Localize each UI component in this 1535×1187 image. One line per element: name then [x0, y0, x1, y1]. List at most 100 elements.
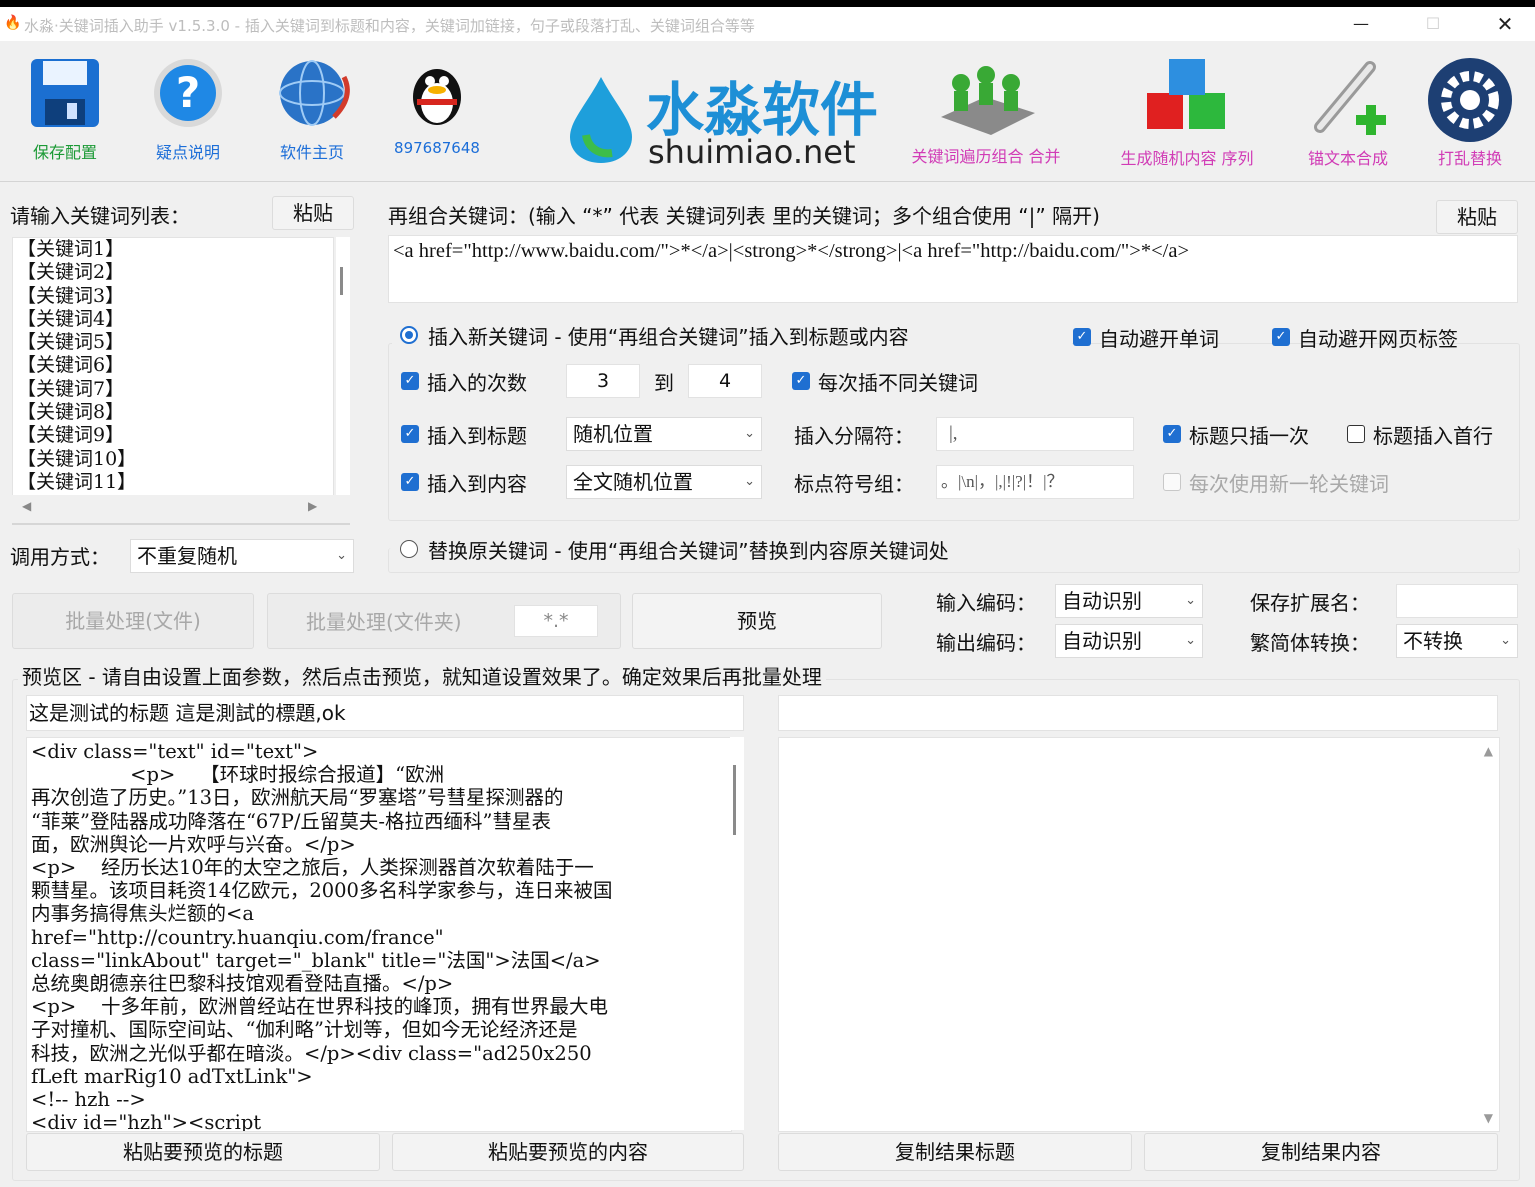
color-cubes-icon: [1147, 59, 1225, 129]
punctuation-label: 标点符号组：: [794, 472, 914, 496]
insert-mode-radio[interactable]: [400, 326, 418, 344]
chevron-down-icon: ⌄: [1185, 593, 1196, 608]
shuffle-replace-button[interactable]: 打乱替换: [1424, 57, 1516, 169]
separator-label: 插入分隔符：: [794, 424, 914, 448]
preview-area-label: 预览区 - 请自由设置上面参数，然后点击预览，就知道设置效果了。确定效果后再批量…: [18, 661, 826, 690]
input-encoding-label: 输入编码：: [936, 591, 1036, 615]
recombine-label: 再组合关键词：(输入 “*” 代表 关键词列表 里的关键词；多个组合使用 “|”…: [388, 204, 1100, 228]
preview-title-input[interactable]: 这是测试的标题 這是測試的標題,ok: [26, 695, 744, 731]
save-config-label: 保存配置: [32, 143, 97, 162]
scrollbar-thumb[interactable]: [733, 765, 736, 835]
title-once-checkbox[interactable]: ✓: [1163, 425, 1181, 443]
input-encoding-value: 自动识别: [1062, 589, 1142, 613]
keyword-combine-button[interactable]: 关键词遍历组合 合并: [896, 57, 1076, 167]
scroll-right-icon[interactable]: ▶: [308, 499, 317, 513]
keyword-list-hscrollbar[interactable]: ◀ ▶: [12, 495, 350, 525]
keyword-list-item: 【关键词8】: [17, 401, 125, 424]
insert-mode-option[interactable]: 插入新关键词 - 使用“再组合关键词”插入到标题或内容: [392, 315, 1072, 355]
keyword-list-item: 【关键词7】: [17, 377, 125, 400]
app-window: 🔥 水淼·关键词插入助手 v1.5.3.0 - 插入关键词到标题和内容，关键词加…: [0, 7, 1535, 1187]
conversion-label: 繁简体转换：: [1250, 631, 1370, 655]
maximize-button[interactable]: ☐: [1410, 7, 1456, 41]
minimize-button[interactable]: —: [1338, 7, 1384, 41]
content-position-value: 全文随机位置: [573, 470, 693, 494]
keyword-list-textarea[interactable]: 【关键词1】 【关键词2】 【关键词3】 【关键词4】 【关键词5】 【关键词6】 【关键词…: [12, 237, 334, 497]
output-encoding-label: 输出编码：: [936, 631, 1036, 655]
recombine-paste-button[interactable]: 粘贴: [1436, 200, 1518, 234]
random-content-button[interactable]: 生成随机内容 序列: [1104, 57, 1270, 169]
batch-folder-label: 批量处理(文件夹): [306, 610, 462, 634]
scroll-down-icon[interactable]: ▼: [1484, 1111, 1493, 1125]
preview-content-textarea[interactable]: <div class="text" id="text"> <p> 【环球时报综合…: [26, 737, 732, 1132]
output-encoding-select[interactable]: 自动识别 ⌄: [1055, 624, 1203, 658]
insert-times-from-input[interactable]: 3: [566, 364, 640, 398]
random-content-label: 生成随机内容 序列: [1120, 149, 1254, 168]
qq-penguin-icon: [413, 69, 461, 125]
homepage-button[interactable]: 软件主页: [262, 57, 362, 163]
input-encoding-select[interactable]: 自动识别 ⌄: [1055, 584, 1203, 618]
title-first-line-checkbox[interactable]: [1347, 425, 1365, 443]
paste-preview-content-button[interactable]: 粘贴要预览的内容: [392, 1133, 744, 1171]
qq-label: 897687648: [394, 139, 480, 157]
call-mode-select[interactable]: 不重复随机 ⌄: [130, 539, 354, 573]
result-content-textarea[interactable]: ▲ ▼: [778, 737, 1500, 1132]
keyword-paste-button[interactable]: 粘贴: [272, 196, 354, 230]
water-drop-logo-icon: [570, 77, 632, 163]
chevron-down-icon: ⌄: [744, 426, 755, 441]
separator-input[interactable]: |,: [936, 417, 1134, 451]
title-once-label: 标题只插一次: [1189, 424, 1309, 448]
scroll-up-icon[interactable]: ▲: [1484, 744, 1493, 758]
paste-preview-title-button[interactable]: 粘贴要预览的标题: [26, 1133, 380, 1171]
replace-mode-radio[interactable]: [400, 540, 418, 558]
insert-times-to-input[interactable]: 4: [688, 364, 762, 398]
insert-content-label: 插入到内容: [427, 472, 527, 496]
svg-text:?: ?: [176, 68, 200, 117]
qq-button[interactable]: 897687648: [393, 57, 481, 157]
conversion-value: 不转换: [1403, 629, 1463, 653]
close-button[interactable]: ✕: [1482, 7, 1528, 41]
punctuation-input[interactable]: 。|\n|，|,|!|?|！|？: [936, 465, 1134, 499]
auto-avoid-word-checkbox[interactable]: ✓: [1073, 328, 1091, 346]
scrollbar-thumb[interactable]: [340, 267, 343, 295]
batch-folder-button[interactable]: 批量处理(文件夹) *.*: [267, 593, 621, 649]
scroll-left-icon[interactable]: ◀: [22, 499, 31, 513]
help-button[interactable]: ? 疑点说明: [145, 57, 231, 163]
homepage-label: 软件主页: [279, 143, 344, 162]
save-config-button[interactable]: 保存配置: [22, 57, 108, 163]
keyword-list-item: 【关键词6】: [17, 354, 125, 377]
insert-title-checkbox[interactable]: ✓: [401, 425, 419, 443]
output-encoding-value: 自动识别: [1062, 629, 1142, 653]
recombine-input[interactable]: <a href="http://www.baidu.com/">*</a>|<s…: [388, 235, 1518, 303]
file-extension-input[interactable]: *.*: [514, 605, 598, 637]
insert-times-checkbox[interactable]: ✓: [401, 372, 419, 390]
globe-icon: [279, 60, 350, 126]
different-keyword-checkbox[interactable]: ✓: [792, 372, 810, 390]
preview-content-scrollbar[interactable]: [730, 737, 744, 1130]
replace-mode-option[interactable]: 替换原关键词 - 使用“再组合关键词”替换到内容原关键词处: [392, 529, 1082, 569]
keyword-list-item: 【关键词3】: [17, 284, 125, 307]
keyword-list-scrollbar[interactable]: [336, 237, 350, 495]
result-title-input[interactable]: [778, 695, 1498, 731]
copy-result-content-button[interactable]: 复制结果内容: [1144, 1133, 1498, 1171]
save-extension-input[interactable]: [1396, 584, 1518, 618]
floppy-disk-icon: [31, 59, 99, 127]
call-mode-label: 调用方式：: [10, 545, 110, 569]
copy-result-title-button[interactable]: 复制结果标题: [778, 1133, 1132, 1171]
different-keyword-label: 每次插不同关键词: [818, 371, 978, 395]
chain-link-plus-icon: [1314, 61, 1386, 135]
batch-file-button[interactable]: 批量处理(文件): [12, 593, 254, 649]
auto-avoid-tag-checkbox[interactable]: ✓: [1272, 328, 1290, 346]
preview-button[interactable]: 预览: [632, 593, 882, 649]
keyword-list-label: 请输入关键词列表：: [10, 204, 190, 228]
new-round-checkbox[interactable]: [1163, 473, 1181, 491]
title-position-value: 随机位置: [573, 422, 653, 446]
conversion-select[interactable]: 不转换 ⌄: [1396, 624, 1518, 658]
auto-avoid-tag-label: 自动避开网页标签: [1298, 327, 1458, 351]
people-group-icon: [941, 66, 1035, 135]
gear-icon: [1428, 58, 1512, 142]
insert-content-checkbox[interactable]: ✓: [401, 473, 419, 491]
anchor-text-button[interactable]: 锚文本合成: [1296, 57, 1400, 169]
title-position-select[interactable]: 随机位置 ⌄: [566, 417, 762, 451]
keyword-list-item: 【关键词11】: [17, 470, 137, 493]
content-position-select[interactable]: 全文随机位置 ⌄: [566, 465, 762, 499]
